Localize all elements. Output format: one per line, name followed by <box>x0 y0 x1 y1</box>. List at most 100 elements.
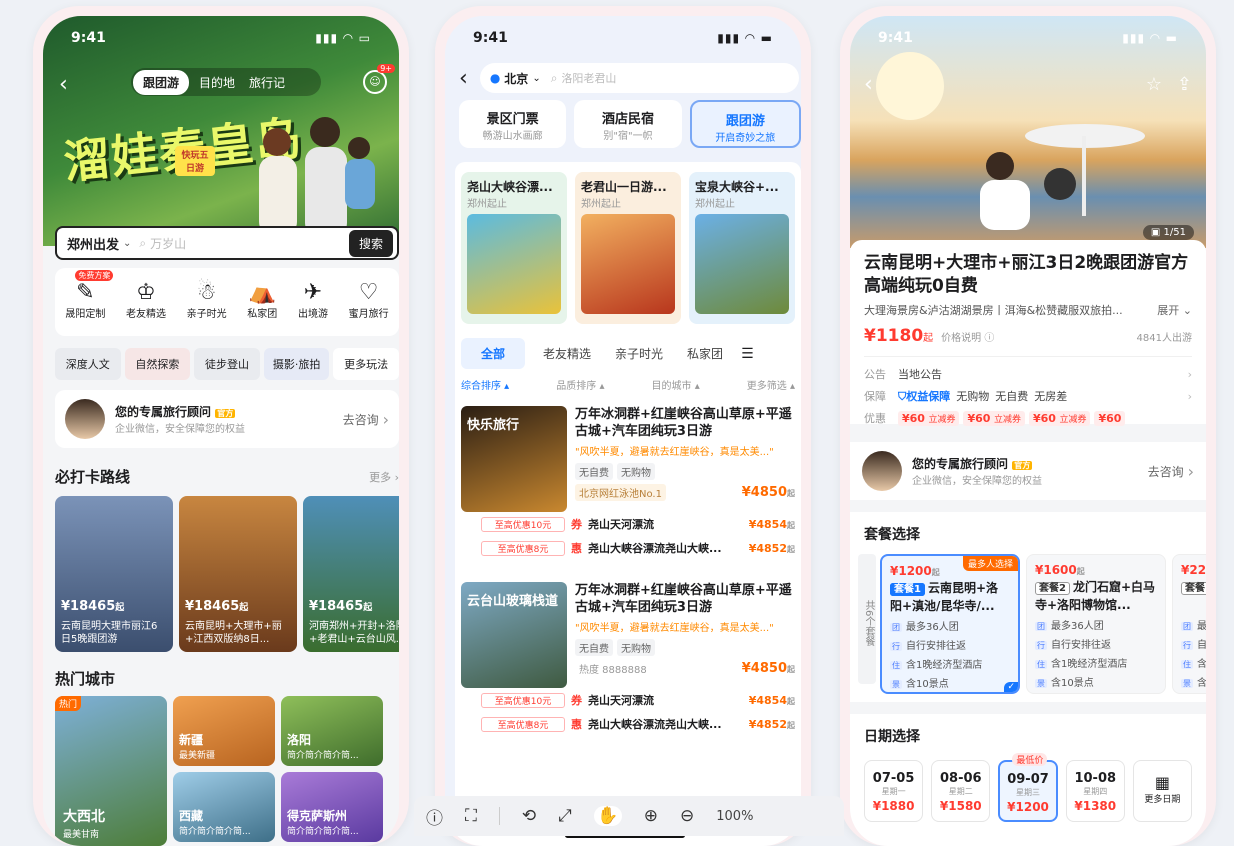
route-card[interactable]: ¥18465起 云南昆明大理市丽江6日5晚跟团游 <box>55 496 173 652</box>
back-icon[interactable]: ‹ <box>59 72 68 97</box>
more-dates-button[interactable]: ▦ 更多日期 <box>1132 760 1193 822</box>
package-price: ¥1200 <box>890 564 932 578</box>
filter-chip[interactable]: 老友精选 <box>537 338 597 369</box>
zoom-out-icon[interactable]: ⊖ <box>680 806 694 826</box>
route-card[interactable]: ¥18465起 云南昆明+大理市+丽+江西双版纳8日... <box>179 496 297 652</box>
expand-label: 展开 <box>1157 304 1180 317</box>
filter-chip-all[interactable]: 全部 <box>461 338 526 369</box>
date-price: ¥1380 <box>1074 799 1117 813</box>
cat-honeymoon[interactable]: ♡ 蜜月旅行 <box>349 280 389 336</box>
theme-chip[interactable]: 自然探索 <box>124 348 191 380</box>
city-card[interactable]: 洛阳 简介简介简介简... <box>281 696 383 766</box>
zoom-in-icon[interactable]: ⊕ <box>644 806 658 826</box>
city-card[interactable]: 热门 大西北 最美甘南 <box>55 696 167 846</box>
list-menu-icon[interactable]: ☰ <box>741 346 754 362</box>
tab-travel-notes[interactable]: 旅行记 <box>245 74 289 91</box>
sort-more[interactable]: 更多筛选 ▴ <box>747 377 795 392</box>
advisor-card[interactable]: 您的专属旅行顾问 官方 企业微信，安全保障您的权益 去咨询 › <box>850 442 1206 500</box>
filter-chip[interactable]: 私家团 <box>681 338 729 369</box>
notice-row[interactable]: 公告 当地公告 › <box>864 363 1192 385</box>
coupon-row[interactable]: 优惠 ¥60 立减券 ¥60 立减券 ¥60 立减券 ¥60 <box>864 407 1192 429</box>
price-unit: 起 <box>787 544 795 554</box>
city-selector[interactable]: 北京 <box>504 70 528 87</box>
message-icon[interactable]: ☺ <box>363 70 387 94</box>
date-option[interactable]: 07-05 星期一 ¥1880 <box>864 760 924 822</box>
sort-city[interactable]: 目的城市 ▴ <box>652 377 700 392</box>
cat-custom[interactable]: 免费方案 ✎ 晟阳定制 <box>65 270 114 336</box>
type-hotels[interactable]: 酒店民宿 别"宿"一帜 <box>574 100 682 148</box>
more-link[interactable]: 更多 › <box>369 469 399 485</box>
chevron-down-icon[interactable]: ⌄ <box>123 238 131 249</box>
chevron-right-icon: › <box>382 409 389 429</box>
date-day: 08-06 <box>939 771 982 786</box>
guarantee-row[interactable]: 保障 ⛉权益保障 无购物 无自费 无房差 › <box>864 385 1192 407</box>
product-price: ¥4850 <box>741 661 787 676</box>
fullscreen-icon[interactable]: ⤢ <box>558 806 572 826</box>
chevron-down-icon[interactable]: ⌄ <box>532 73 540 84</box>
cat-family[interactable]: ☃ 亲子时光 <box>187 280 227 336</box>
theme-chip[interactable]: 摄影·旅拍 <box>263 348 330 380</box>
back-icon[interactable]: ‹ <box>864 72 873 97</box>
search-input[interactable]: 万岁山 <box>150 235 349 252</box>
tab-destination[interactable]: 目的地 <box>189 74 245 91</box>
search-input[interactable]: 洛阳老君山 <box>561 70 616 86</box>
favorite-star-icon[interactable]: ☆ <box>1146 74 1162 95</box>
date-option[interactable]: 最低价 09-07 星期三 ¥1200 <box>998 753 1058 822</box>
theme-chip-more[interactable]: 更多玩法 <box>333 348 399 380</box>
package-feature: 含10景点 <box>1051 678 1094 689</box>
coupon-chip[interactable]: ¥60 立减券 <box>898 410 960 426</box>
product-item[interactable]: 云台山玻璃栈道 万年冰洞群+红崖峡谷高山草原+平遥古城+汽车团纯玩3日游 "风吹半夏… <box>455 576 801 752</box>
type-group-tour[interactable]: 跟团游 开启奇妙之旅 <box>689 100 801 148</box>
hand-tool-icon[interactable]: ✋ <box>593 806 622 826</box>
consult-button[interactable]: 去咨询 <box>343 411 379 428</box>
share-icon[interactable]: ⇪ <box>1177 74 1192 95</box>
sub-product-row[interactable]: 至高优惠10元券尧山天河漂流 ¥4854起 <box>481 692 795 708</box>
cat-label: 晟阳定制 <box>65 309 106 320</box>
theme-chip[interactable]: 徒步登山 <box>194 348 260 380</box>
theme-chip[interactable]: 深度人文 <box>55 348 121 380</box>
package-card[interactable]: ¥220套餐马寺团最行自住含景含 <box>1172 554 1206 694</box>
date-option[interactable]: 10-08 星期四 ¥1380 <box>1065 760 1125 822</box>
depart-city[interactable]: 郑州出发 <box>67 234 119 253</box>
filter-chip[interactable]: 亲子时光 <box>609 338 669 369</box>
search-button[interactable]: 搜索 <box>348 229 393 257</box>
date-option[interactable]: 08-06 星期二 ¥1580 <box>931 760 991 822</box>
city-card[interactable]: 得克萨斯州 简介简介简介简... <box>281 772 383 842</box>
type-tickets[interactable]: 景区门票 畅游山水画廊 <box>459 100 567 148</box>
signal-wifi-battery-icon: ▮▮▮ ◠ ▭ <box>315 31 371 45</box>
package-card[interactable]: ¥1600起 套餐2 龙门石窟+白马寺+洛阳博物馆... 团最多36人团行自行安排往返… <box>1026 554 1166 694</box>
fit-screen-icon[interactable]: ⛶ <box>465 806 477 826</box>
sort-quality[interactable]: 品质排序 ▴ <box>556 377 604 392</box>
coupon-chip[interactable]: ¥60 立减券 <box>963 410 1025 426</box>
section-title: 必打卡路线 <box>55 468 131 486</box>
cat-private[interactable]: ⛺ 私家团 <box>247 280 277 336</box>
coupon-tag: 至高优惠10元 <box>481 692 565 708</box>
sort-default[interactable]: 综合排序 ▴ <box>461 377 509 392</box>
sub-product-row[interactable]: 至高优惠10元券尧山天河漂流 ¥4854起 <box>481 516 795 532</box>
product-item[interactable]: 快乐旅行 万年冰洞群+红崖峡谷高山草原+平遥古城+汽车团纯玩3日游 "风吹半夏，避暑… <box>455 400 801 576</box>
city-card[interactable]: 新疆 最美新疆 <box>173 696 275 766</box>
expand-button[interactable]: 展开 ⌄ <box>1157 302 1192 318</box>
info-icon[interactable]: ⓘ <box>426 804 443 829</box>
pick-card[interactable]: 老君山一日游... 郑州起止 <box>575 172 681 324</box>
pick-card[interactable]: 宝泉大峡谷+... 郑州起止 <box>689 172 795 324</box>
tab-group-tour[interactable]: 跟团游 <box>133 69 190 95</box>
cat-label: 私家团 <box>247 309 278 320</box>
price-note[interactable]: 价格说明 ⓘ <box>941 329 1136 344</box>
consult-button[interactable]: 去咨询 <box>1148 463 1184 480</box>
city-card[interactable]: 西藏 简介简介简介简... <box>173 772 275 842</box>
cat-outbound[interactable]: ✈ 出境游 <box>298 280 328 336</box>
back-icon[interactable]: ‹ <box>459 66 468 91</box>
advisor-card[interactable]: 您的专属旅行顾问 官方 企业微信，安全保障您的权益 去咨询 › <box>55 390 399 448</box>
cat-elders[interactable]: ♔ 老友精选 <box>126 280 166 336</box>
package-card[interactable]: 最多人选择 ¥1200起 套餐1 云南昆明+洛阳+滇池/昆华寺/... 团最多36人团行… <box>880 554 1020 694</box>
coupon-chip[interactable]: ¥60 <box>1094 410 1126 426</box>
pick-card[interactable]: 尧山大峡谷漂... 郑州起止 <box>461 172 567 324</box>
coupon-chip[interactable]: ¥60 立减券 <box>1028 410 1091 426</box>
sub-product-row[interactable]: 至高优惠8元惠尧山大峡谷漂流尧山大峡... ¥4852起 <box>481 716 795 732</box>
route-card[interactable]: ¥18465起 河南郑州+开封+洛阳+老君山+云台山风... <box>303 496 399 652</box>
sub-product-row[interactable]: 至高优惠8元惠尧山大峡谷漂流尧山大峡... ¥4852起 <box>481 540 795 556</box>
rotate-icon[interactable]: ⟲ <box>522 806 536 826</box>
sort-label: 综合排序 <box>461 381 501 392</box>
row-key: 保障 <box>864 390 886 403</box>
